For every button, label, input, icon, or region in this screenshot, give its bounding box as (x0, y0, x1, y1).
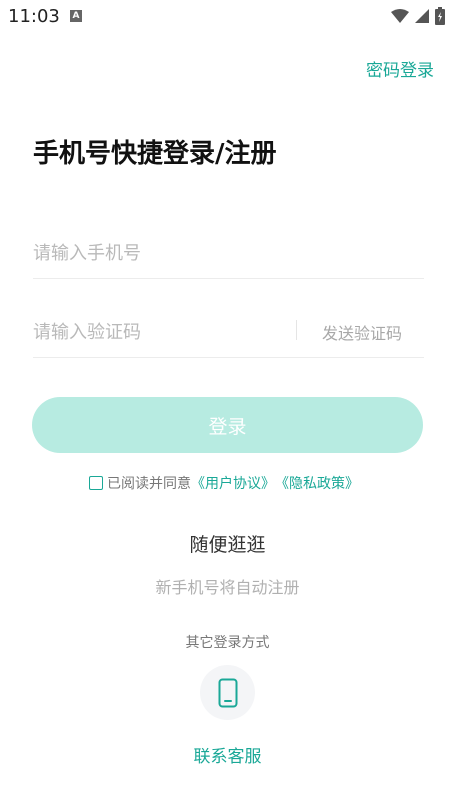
phone-field (33, 229, 424, 279)
verification-code-input[interactable] (33, 308, 283, 357)
login-screen: 11:03 A 密码登录 手机号快捷登录/注册 发送验证码 登录 已阅读并同意 (0, 0, 455, 810)
user-agreement-link[interactable]: 《用户协议》 (191, 473, 275, 493)
signal-icon (415, 9, 429, 23)
agreement-prefix: 已阅读并同意 (107, 476, 191, 492)
other-login-methods-label: 其它登录方式 (185, 635, 270, 651)
password-login-link[interactable]: 密码登录 (366, 56, 434, 81)
wifi-icon (391, 9, 409, 23)
login-button[interactable]: 登录 (32, 397, 423, 453)
status-icons (391, 6, 445, 26)
phone-input[interactable] (33, 229, 424, 278)
contact-service-link[interactable]: 联系客服 (194, 747, 262, 767)
browse-as-guest-link[interactable]: 随便逛逛 (0, 530, 455, 557)
agreement-checkbox[interactable] (89, 476, 103, 490)
privacy-policy-link[interactable]: 《隐私政策》 (275, 473, 359, 493)
battery-icon (435, 7, 445, 25)
status-time: 11:03 (8, 6, 60, 27)
notification-icon: A (70, 10, 82, 22)
status-bar: 11:03 A (0, 0, 455, 32)
agreement-row: 已阅读并同意 《用户协议》 《隐私政策》 (89, 473, 359, 493)
send-code-button[interactable]: 发送验证码 (322, 320, 402, 344)
code-field: 发送验证码 (33, 308, 424, 358)
mobile-phone-icon (218, 678, 237, 707)
auto-register-note: 新手机号将自动注册 (155, 578, 300, 597)
page-title: 手机号快捷登录/注册 (33, 139, 277, 169)
phone-login-button[interactable] (200, 665, 255, 720)
contact-service-row: 联系客服 (0, 742, 455, 767)
divider (296, 320, 297, 340)
